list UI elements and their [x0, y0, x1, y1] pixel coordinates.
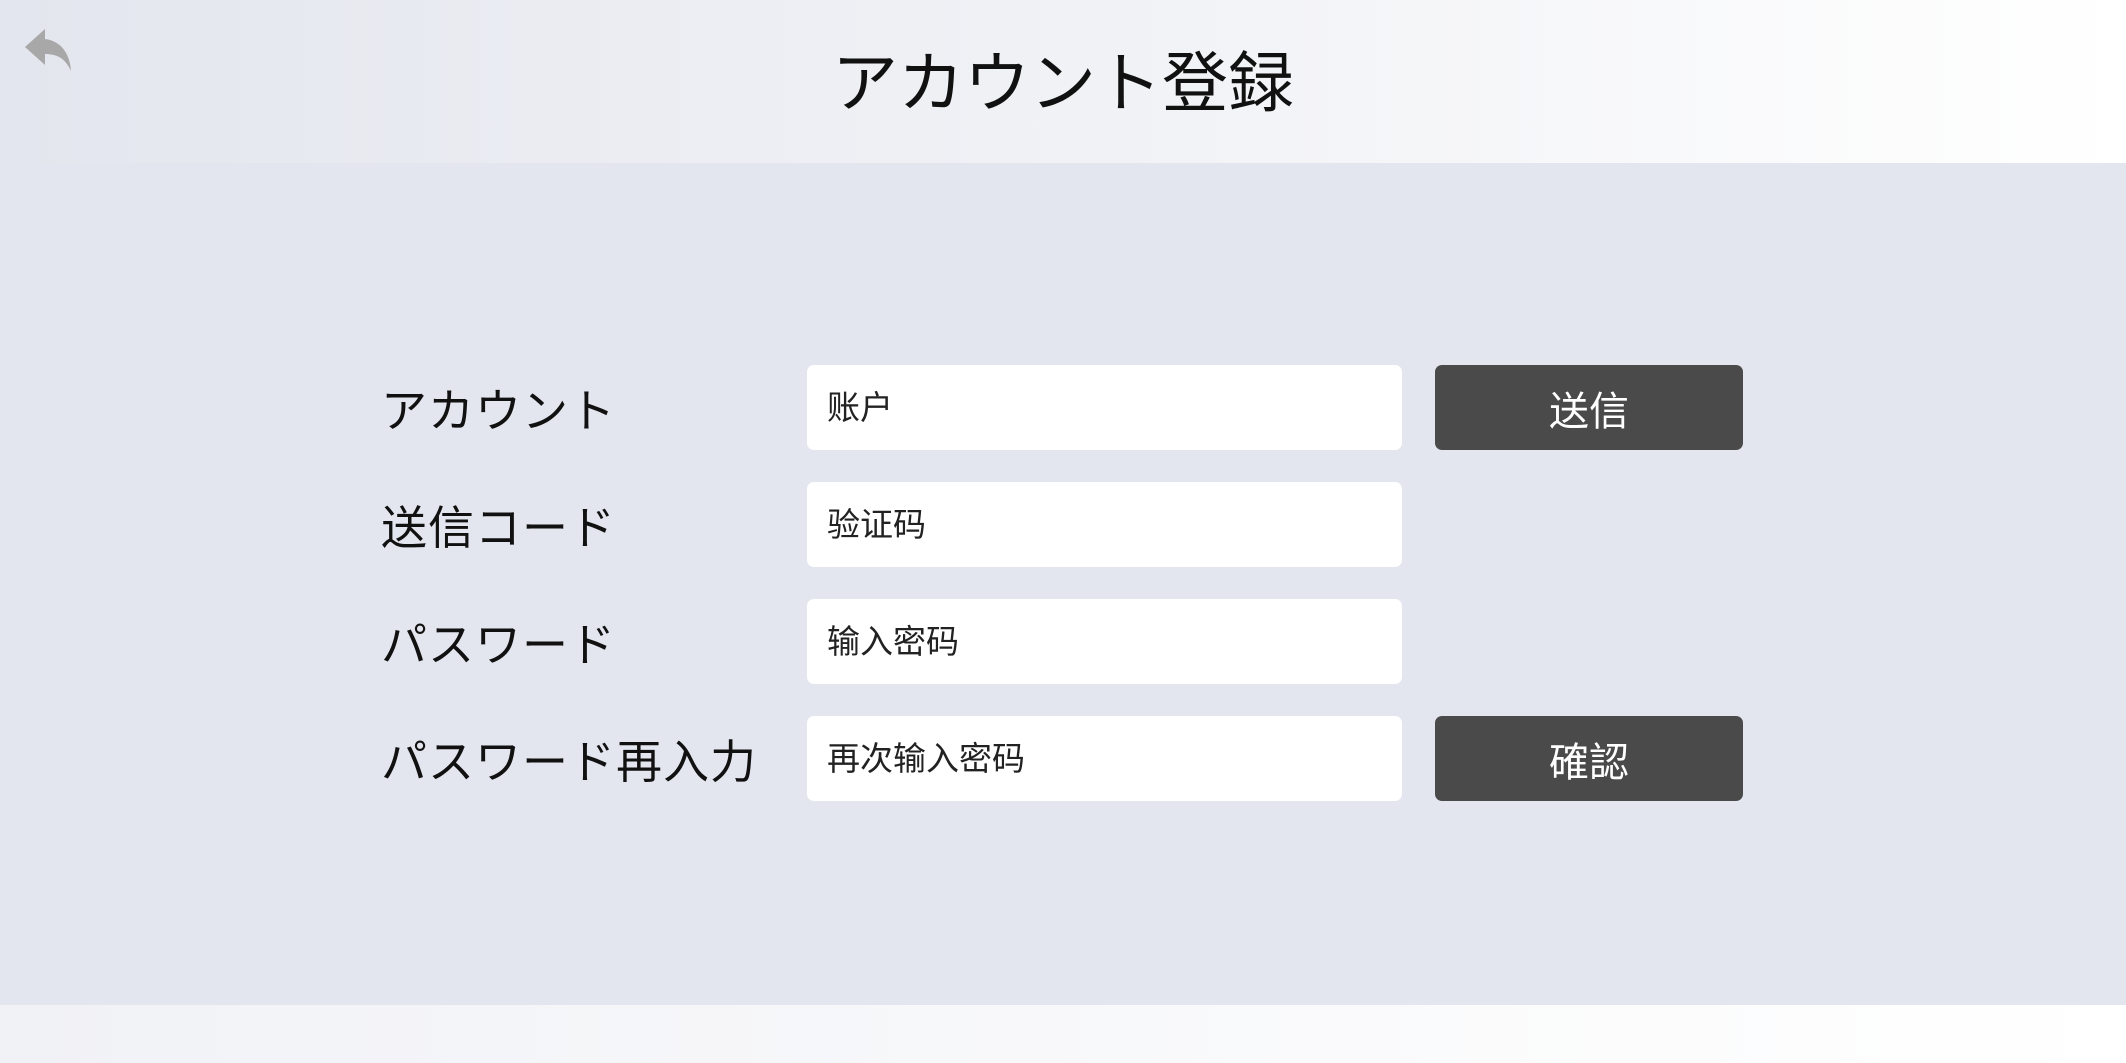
page-title: アカウント登録 [832, 44, 1294, 122]
account-label: アカウント [381, 383, 616, 438]
account-input[interactable] [807, 365, 1402, 450]
send-button[interactable]: 送信 [1435, 365, 1743, 450]
code-label: 送信コード [381, 500, 616, 555]
footer-bar [0, 1005, 2126, 1063]
code-input[interactable] [807, 482, 1402, 567]
register-page: アカウント登録 アカウント 送信 送信コード パスワード パスワード再入力 確認 [0, 0, 2126, 1063]
password-input[interactable] [807, 599, 1402, 684]
password-label: パスワード [381, 617, 616, 672]
password-confirm-input[interactable] [807, 716, 1402, 801]
confirm-button[interactable]: 確認 [1435, 716, 1743, 801]
form-area [0, 163, 2126, 1005]
header-bar: アカウント登録 [0, 0, 2126, 163]
password-confirm-label: パスワード再入力 [381, 734, 757, 789]
